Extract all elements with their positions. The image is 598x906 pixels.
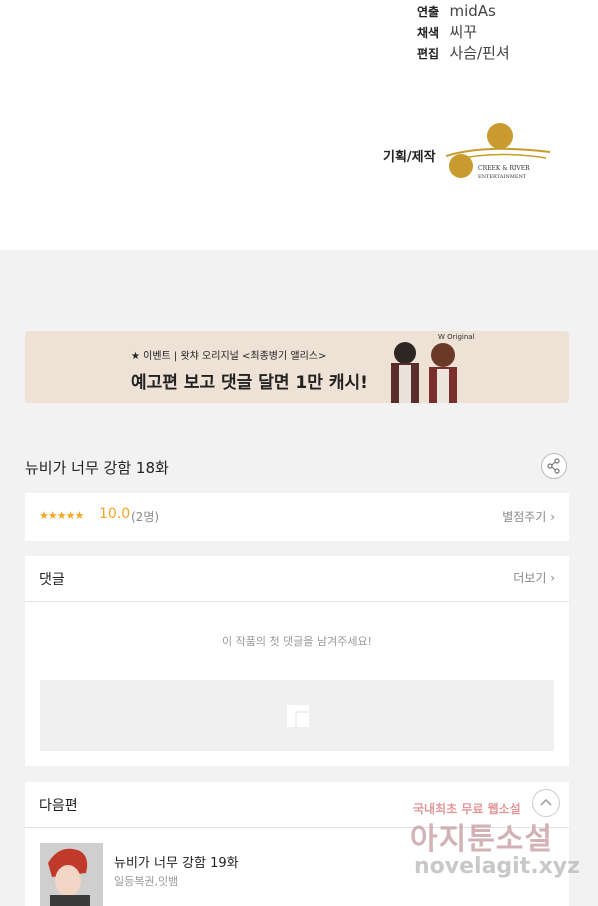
credit-value: 사슴/핀셔 — [449, 44, 510, 62]
next-episode-authors: 일등복권,잇뱀 — [114, 875, 179, 888]
planning-label: 기획/제작 — [383, 150, 436, 165]
divider — [25, 601, 569, 602]
ad-placeholder-icon — [287, 705, 309, 727]
credits-section: 연출 midAs 채색 씨꾸 편집 사슴/핀셔 기획/제작 CREEK & RI… — [0, 0, 598, 250]
banner-headline: 예고편 보고 댓글 달면 1만 캐시! — [131, 373, 368, 393]
comments-card: 댓글 더보기 › 이 작품의 첫 댓글을 남겨주세요! — [25, 556, 569, 766]
svg-text:CREEK & RIVER: CREEK & RIVER — [478, 165, 530, 172]
comments-more-button[interactable]: 더보기 › — [513, 569, 555, 586]
chevron-up-icon — [540, 798, 552, 806]
rating-score: 10.0 — [99, 506, 131, 522]
banner-characters-image — [391, 342, 457, 403]
rating-count: (2명) — [131, 510, 160, 524]
rate-button[interactable]: 별점주기 › — [502, 508, 555, 525]
more-label: 더보기 — [513, 571, 547, 585]
share-icon — [547, 458, 560, 474]
banner-event-text: ★ 이벤트 | 왓챠 오리지널 <최종병기 앨리스> — [131, 351, 327, 362]
creek-river-logo: CREEK & RIVER ENTERTAINMENT — [446, 123, 550, 180]
episode-title: 뉴비가 너무 강함 18화 — [25, 459, 169, 477]
share-button[interactable] — [541, 453, 567, 479]
comments-title: 댓글 — [39, 572, 65, 588]
credit-value: 씨꾸 — [449, 23, 478, 41]
rating-stars: ★★★★★ — [39, 509, 84, 522]
credit-value: midAs — [449, 2, 496, 20]
event-banner[interactable]: ★ 이벤트 | 왓챠 오리지널 <최종병기 앨리스> 예고편 보고 댓글 달면 … — [25, 331, 569, 403]
chevron-right-icon: › — [550, 571, 555, 585]
scroll-top-button[interactable] — [532, 789, 560, 817]
empty-comments-message: 이 작품의 첫 댓글을 남겨주세요! — [222, 635, 372, 648]
credit-label: 편집 — [417, 47, 440, 61]
thumbnail-image — [40, 843, 103, 906]
credit-direction: 연출 midAs — [417, 2, 496, 20]
credit-editing: 편집 사슴/핀셔 — [417, 42, 510, 63]
next-episode-thumbnail[interactable] — [40, 843, 103, 906]
next-title: 다음편 — [39, 798, 78, 814]
credit-coloring: 채색 씨꾸 — [417, 21, 477, 42]
chevron-right-icon: › — [550, 510, 555, 524]
rating-card: ★★★★★ 10.0 (2명) 별점주기 › — [25, 493, 569, 541]
ad-placeholder[interactable] — [40, 680, 554, 751]
divider — [25, 827, 569, 828]
credit-label: 연출 — [417, 5, 440, 19]
svg-text:ENTERTAINMENT: ENTERTAINMENT — [478, 174, 527, 180]
next-episode-title[interactable]: 뉴비가 너무 강함 19화 — [114, 852, 239, 871]
banner-badge: W Original — [438, 333, 475, 341]
credit-label: 채색 — [417, 26, 440, 40]
next-episode-card: 다음편 뉴비가 너무 강함 19화 일등복권,잇뱀 — [25, 782, 569, 906]
rate-button-label: 별점주기 — [502, 510, 547, 524]
